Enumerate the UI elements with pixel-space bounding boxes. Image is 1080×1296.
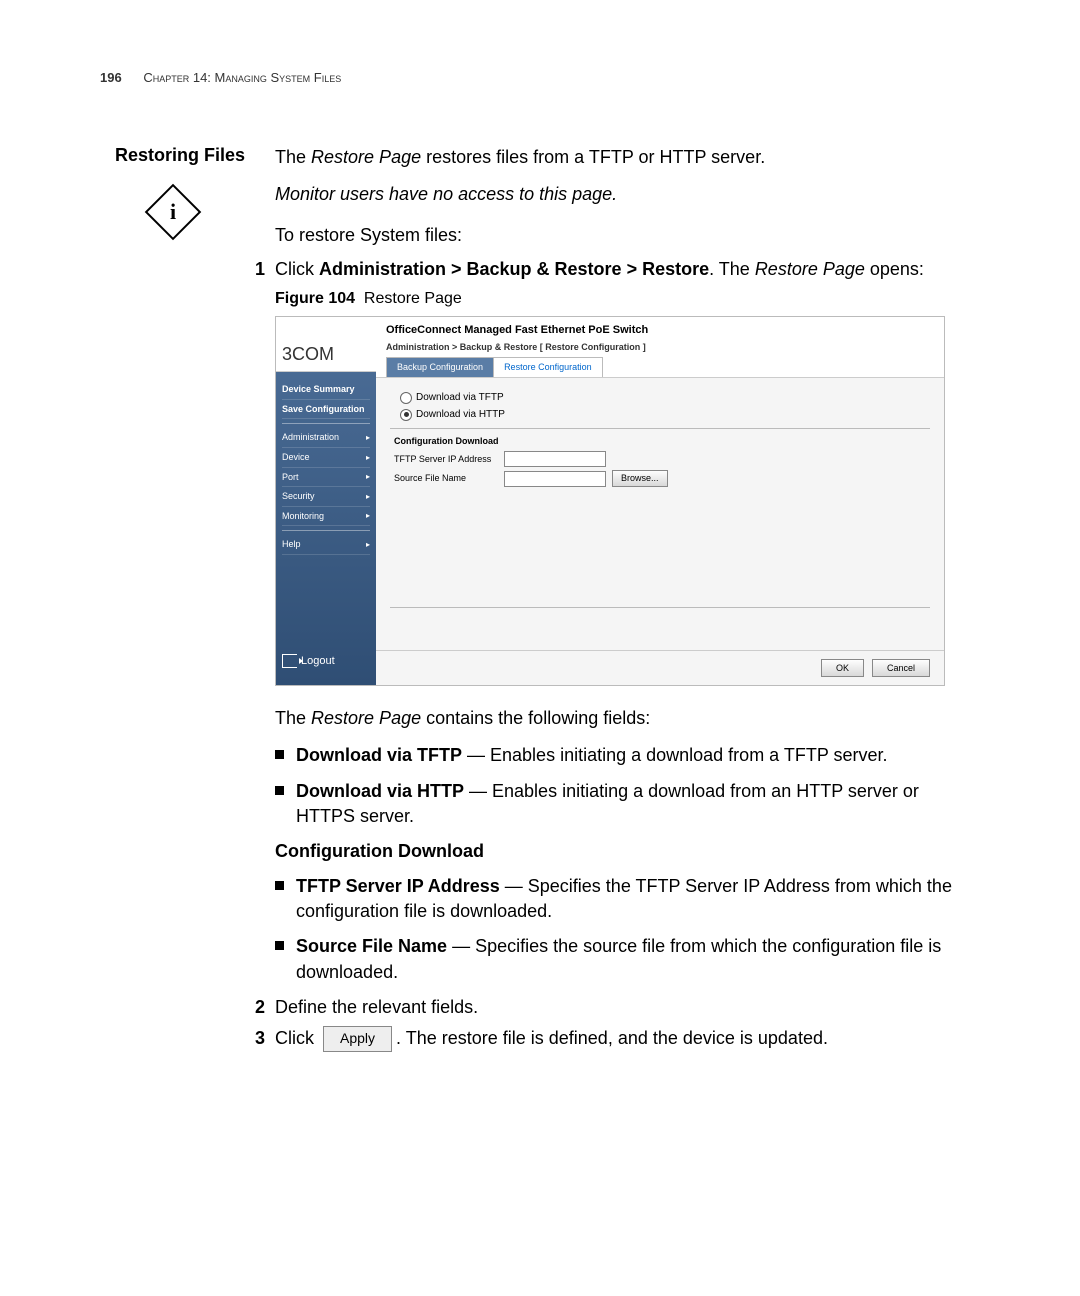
step-number: 1 <box>241 257 275 282</box>
lead-text: To restore System files: <box>275 223 980 248</box>
sidebar-item-help[interactable]: Help <box>282 535 370 555</box>
step-1-text: Click Administration > Backup & Restore … <box>275 257 924 282</box>
bullet-item: Source File Name — Specifies the source … <box>275 934 980 984</box>
config-download-heading: Configuration Download <box>394 435 930 448</box>
running-header: 196 Chapter 14: Managing System Files <box>100 70 980 85</box>
app-title: OfficeConnect Managed Fast Ethernet PoE … <box>386 323 934 338</box>
label-tftp-ip: TFTP Server IP Address <box>394 453 504 466</box>
radio-icon <box>400 409 412 421</box>
after-figure-text: The Restore Page contains the following … <box>275 706 980 731</box>
radio-http[interactable]: Download via HTTP <box>400 408 930 422</box>
logout-button[interactable]: Logout <box>282 646 370 677</box>
sidebar: 3COM Device Summary Save Configuration A… <box>276 317 376 685</box>
figure-caption: Figure 104 Restore Page <box>275 288 980 310</box>
radio-icon <box>400 392 412 404</box>
bullet-item: TFTP Server IP Address — Specifies the T… <box>275 874 980 924</box>
breadcrumb: Administration > Backup & Restore [ Rest… <box>386 341 934 354</box>
bullet-icon <box>275 750 284 759</box>
radio-tftp[interactable]: Download via TFTP <box>400 391 930 405</box>
section-heading: Restoring Files <box>115 145 245 165</box>
bullet-icon <box>275 941 284 950</box>
main-panel: OfficeConnect Managed Fast Ethernet PoE … <box>376 317 944 685</box>
sidebar-item-security[interactable]: Security <box>282 487 370 507</box>
bullet-icon <box>275 881 284 890</box>
logout-icon <box>282 654 297 668</box>
label-source-file: Source File Name <box>394 472 504 485</box>
sidebar-item-device[interactable]: Device <box>282 448 370 468</box>
chapter-title: Chapter 14: Managing System Files <box>143 70 341 85</box>
restore-page-screenshot: 3COM Device Summary Save Configuration A… <box>275 316 945 686</box>
page: 196 Chapter 14: Managing System Files Re… <box>0 0 1080 1296</box>
apply-button-graphic: Apply <box>323 1026 392 1052</box>
bullet-item: Download via TFTP — Enables initiating a… <box>275 743 980 768</box>
cancel-button[interactable]: Cancel <box>872 659 930 678</box>
step-number: 3 <box>241 1026 275 1052</box>
step-3-text: Click Apply. The restore file is defined… <box>275 1026 828 1052</box>
bullet-icon <box>275 786 284 795</box>
sidebar-item-summary[interactable]: Device Summary <box>282 380 370 400</box>
tab-restore[interactable]: Restore Configuration <box>493 357 603 377</box>
step-2-text: Define the relevant fields. <box>275 995 478 1020</box>
input-tftp-ip[interactable] <box>504 451 606 467</box>
logo: 3COM <box>276 317 376 372</box>
tab-backup[interactable]: Backup Configuration <box>386 357 494 377</box>
browse-button[interactable]: Browse... <box>612 470 668 487</box>
subheading: Configuration Download <box>275 839 980 864</box>
info-icon: i <box>144 184 201 241</box>
sidebar-item-port[interactable]: Port <box>282 468 370 488</box>
note-text: Monitor users have no access to this pag… <box>275 182 980 207</box>
page-number: 196 <box>100 70 122 85</box>
intro-text: The Restore Page restores files from a T… <box>275 145 980 170</box>
ok-button[interactable]: OK <box>821 659 864 678</box>
input-source-file[interactable] <box>504 471 606 487</box>
bullet-item: Download via HTTP — Enables initiating a… <box>275 779 980 829</box>
sidebar-item-monitoring[interactable]: Monitoring <box>282 507 370 527</box>
sidebar-item-admin[interactable]: Administration <box>282 428 370 448</box>
step-number: 2 <box>241 995 275 1020</box>
sidebar-item-save[interactable]: Save Configuration <box>282 400 370 420</box>
